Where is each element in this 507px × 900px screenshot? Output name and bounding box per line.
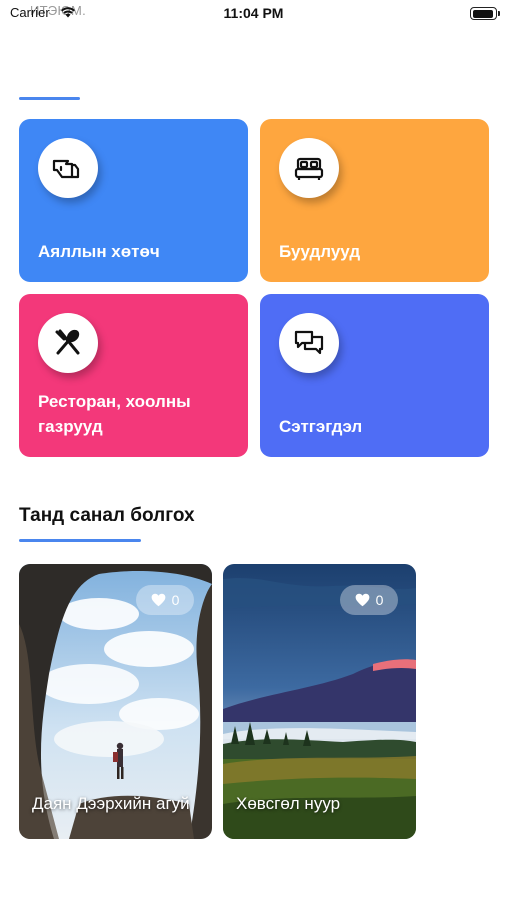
category-tile-restaurants[interactable]: Ресторан, хоолны газрууд bbox=[19, 294, 248, 457]
hand-pointing-icon bbox=[38, 138, 98, 198]
category-label: Ресторан, хоолны газрууд bbox=[38, 392, 191, 436]
status-bar: ИТЭЮМ. Carrier 11:04 PM bbox=[0, 0, 507, 30]
recommendation-card[interactable]: 0 Даян Дээрхийн агуй bbox=[19, 564, 212, 839]
section-title: Танд санал болгох bbox=[19, 505, 195, 526]
section-underline bbox=[19, 539, 141, 542]
like-count: 0 bbox=[375, 592, 384, 608]
category-label: Сэтгэгдэл bbox=[279, 417, 363, 436]
card-title: Хөвсгөл нуур bbox=[236, 794, 341, 813]
category-label: Буудлууд bbox=[279, 242, 361, 261]
home-screen: ИТЭЮМ. Carrier 11:04 PM Аяллын хөтөч Буу… bbox=[0, 0, 507, 900]
fork-spoon-icon bbox=[38, 313, 98, 373]
chat-bubbles-icon bbox=[279, 313, 339, 373]
heart-icon bbox=[151, 593, 165, 607]
like-button[interactable]: 0 bbox=[340, 585, 398, 615]
bed-icon bbox=[279, 138, 339, 198]
heart-icon bbox=[355, 593, 369, 607]
category-tile-hotels[interactable]: Буудлууд bbox=[260, 119, 489, 282]
category-tile-travel-guide[interactable]: Аяллын хөтөч bbox=[19, 119, 248, 282]
recommendation-card[interactable]: 0 Хөвсгөл нуур bbox=[223, 564, 416, 839]
top-accent-line bbox=[19, 97, 80, 100]
like-button[interactable]: 0 bbox=[136, 585, 194, 615]
category-label: Аяллын хөтөч bbox=[38, 242, 160, 261]
clock: 11:04 PM bbox=[223, 5, 284, 21]
category-tile-reviews[interactable]: Сэтгэгдэл bbox=[260, 294, 489, 457]
like-count: 0 bbox=[171, 592, 180, 608]
card-title: Даян Дээрхийн агуй bbox=[32, 794, 190, 813]
battery-icon bbox=[470, 7, 500, 20]
